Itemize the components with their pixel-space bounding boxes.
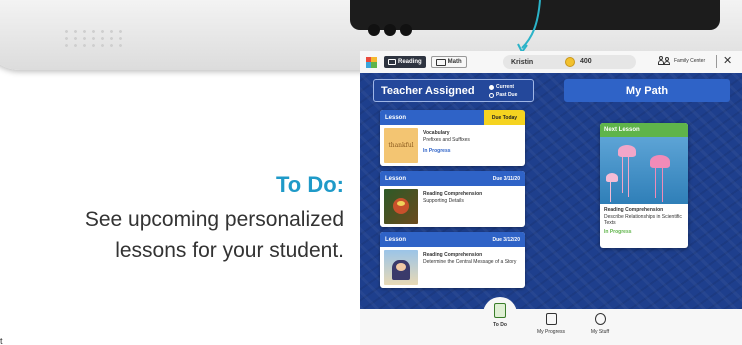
filter-group: Current Past Due [489,83,517,99]
cropped-text: t [0,336,3,345]
coin-count: 400 [580,58,592,65]
camera-dot [400,24,412,36]
camera-dot [368,24,380,36]
calculator-icon [435,58,446,66]
lesson-type: Reading Comprehension [423,191,483,197]
lesson-card-header: Lesson Due Today [380,110,525,125]
thumbnail-word: thankful [388,142,414,149]
due-badge: Due Today [484,110,525,125]
subject-label: Reading [398,59,422,65]
progress-chart-icon [545,313,557,325]
speaker-grill [62,28,128,48]
student-info: Kristin 400 [503,55,636,69]
smiley-icon [594,313,606,325]
feature-title: To Do: [275,172,344,197]
lesson-card[interactable]: Lesson Due Today thankful Vocabulary Pre… [380,110,525,166]
book-icon [388,59,396,65]
lesson-status: In Progress [423,148,451,154]
divider [716,55,717,68]
lesson-thumbnail [384,250,418,285]
filter-label: Past Due [496,92,518,98]
lesson-card-header: Lesson Due 3/12/20 [380,232,525,247]
close-icon[interactable]: ✕ [723,54,732,67]
lesson-card-header: Lesson Due 3/11/20 [380,171,525,186]
lesson-label: Lesson [385,236,407,243]
lesson-thumbnail: thankful [384,128,418,163]
nav-label: My Stuff [590,329,610,335]
lesson-label: Lesson [385,114,407,121]
next-lesson-card[interactable]: Next Lesson Reading Comprehension Descri… [600,123,688,248]
radio-unselected-icon [489,92,494,98]
family-icon [658,56,671,65]
subject-tab-math[interactable]: Math [430,56,467,68]
teacher-assigned-header: Teacher Assigned Current Past Due [373,79,534,102]
nav-label: My Progress [536,329,566,335]
app-screen: Reading Math Kristin 400 Family Center ✕… [360,51,742,345]
next-lesson-header: Next Lesson [600,123,688,137]
lesson-topic: Prefixes and Suffixes [423,136,470,143]
filter-past-due[interactable]: Past Due [489,91,517,99]
camera-dots [368,24,412,36]
due-date: Due 3/11/20 [492,175,520,182]
coin-icon [565,57,575,67]
lesson-topic: Supporting Details [423,197,464,204]
top-bar: Reading Math Kristin 400 Family Center ✕ [360,51,742,73]
camera-dot [384,24,396,36]
subject-tab-reading[interactable]: Reading [384,56,426,68]
nav-label: To Do [493,322,507,328]
app-logo-icon [366,56,377,68]
subject-label: Math [447,59,462,65]
my-path-header[interactable]: My Path [564,79,730,102]
lesson-topic: Describe Relationships in Scientific Tex… [604,213,682,227]
lesson-status: In Progress [604,228,632,235]
due-date: Due 3/12/20 [492,236,520,243]
lesson-card[interactable]: Lesson Due 3/12/20 Reading Comprehension… [380,232,525,288]
section-title: Teacher Assigned [381,84,475,97]
filter-current[interactable]: Current [489,83,517,91]
filter-label: Current [496,84,515,90]
radio-selected-icon [489,84,494,90]
checklist-icon [494,303,506,318]
lesson-thumbnail [384,189,418,224]
bottom-nav: To Do My Progress My Stuff [360,303,742,345]
family-center-link[interactable]: Family Center [658,56,706,65]
student-name: Kristin [511,58,534,66]
lesson-topic: Determine the Central Message of a Story [423,258,517,265]
jellyfish-image [600,137,688,204]
lesson-label: Lesson [385,175,407,182]
nav-my-stuff[interactable]: My Stuff [570,313,630,335]
lesson-card[interactable]: Lesson Due 3/11/20 Reading Comprehension… [380,171,525,227]
family-center-label: Family Center [674,57,706,64]
feature-description: See upcoming personalized lessons for yo… [84,208,344,262]
